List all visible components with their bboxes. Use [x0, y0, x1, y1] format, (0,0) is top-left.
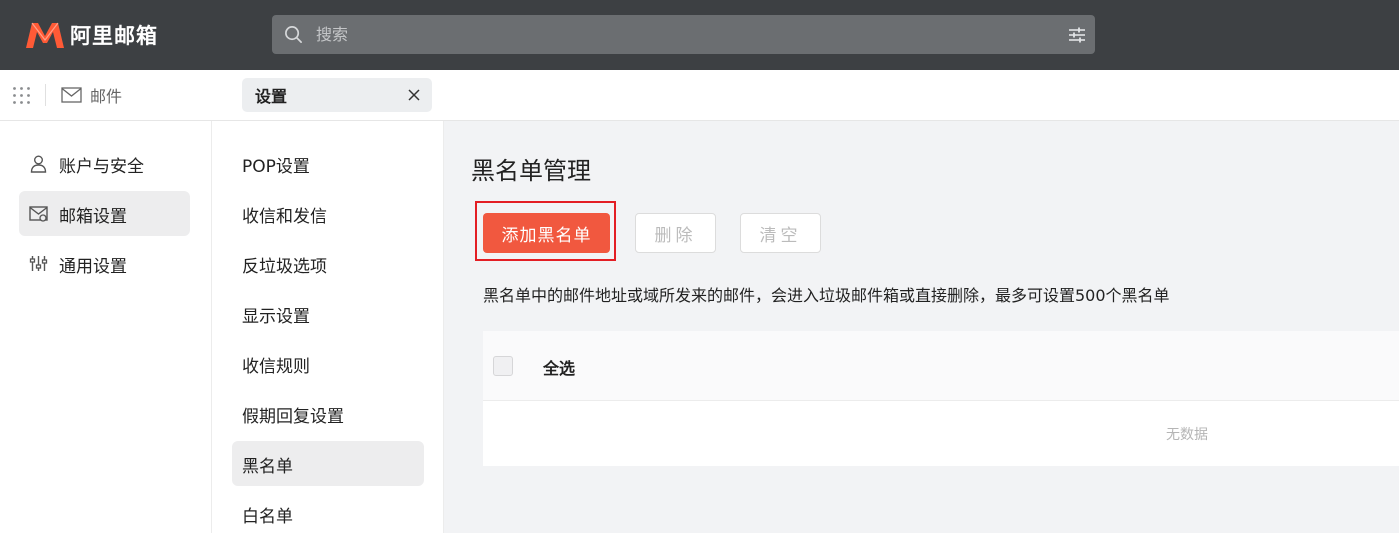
search-bar[interactable]	[272, 15, 1095, 54]
user-icon	[30, 155, 47, 173]
sidebar-item-mailbox-settings[interactable]: 邮箱设置	[19, 191, 190, 236]
clear-button[interactable]: 清空	[740, 213, 821, 253]
submenu-item-anti-spam[interactable]: 反垃圾选项	[232, 241, 424, 286]
apps-grid-icon[interactable]	[12, 86, 31, 105]
submenu-item-label: 白名单	[242, 507, 293, 527]
submenu-item-display[interactable]: 显示设置	[232, 291, 424, 336]
divider	[45, 84, 46, 106]
submenu-item-vacation-reply[interactable]: 假期回复设置	[232, 391, 424, 436]
logo-text: 阿里邮箱	[70, 24, 158, 48]
submenu-item-whitelist[interactable]: 白名单	[232, 491, 424, 533]
mailbox-settings-submenu: POP设置 收信和发信 反垃圾选项 显示设置 收信规则 假期回复设置 黑名单 白…	[212, 121, 444, 533]
delete-button[interactable]: 删除	[635, 213, 716, 253]
submenu-item-label: 假期回复设置	[242, 407, 344, 427]
settings-sidebar: 账户与安全 邮箱设置 通用设置	[0, 121, 212, 533]
submenu-item-label: 反垃圾选项	[242, 257, 327, 277]
table-header: 全选	[483, 331, 1399, 401]
select-all-checkbox[interactable]	[493, 356, 513, 376]
sliders-icon	[29, 256, 48, 271]
submenu-item-pop[interactable]: POP设置	[232, 141, 424, 186]
tab-settings-label: 设置	[255, 87, 288, 106]
search-icon	[285, 26, 302, 43]
sidebar-item-label: 账户与安全	[59, 157, 144, 177]
submenu-item-label: 显示设置	[242, 307, 310, 327]
main-content: 黑名单管理 添加黑名单 删除 清空 黑名单中的邮件地址或域所发来的邮件，会进入垃…	[444, 121, 1399, 533]
envelope-icon	[61, 87, 82, 103]
submenu-item-label: POP设置	[242, 157, 310, 177]
filter-settings-icon[interactable]	[1067, 25, 1087, 45]
close-icon[interactable]	[406, 87, 422, 103]
mail-nav-link[interactable]: 邮件	[61, 83, 122, 107]
blacklist-info-text: 黑名单中的邮件地址或域所发来的邮件，会进入垃圾邮件箱或直接删除，最多可设置500…	[483, 286, 1170, 305]
page-title: 黑名单管理	[471, 157, 591, 185]
sidebar-item-account-security[interactable]: 账户与安全	[19, 141, 190, 186]
select-all-label: 全选	[543, 359, 576, 378]
search-input[interactable]	[316, 15, 1036, 54]
mailbox-settings-icon	[29, 206, 48, 222]
tab-bar: 邮件 设置	[0, 70, 1399, 121]
submenu-item-label: 收信和发信	[242, 207, 327, 227]
add-blacklist-button[interactable]: 添加黑名单	[483, 213, 610, 253]
sidebar-item-general-settings[interactable]: 通用设置	[19, 241, 190, 286]
submenu-item-receive-rules[interactable]: 收信规则	[232, 341, 424, 386]
submenu-item-label: 收信规则	[242, 357, 310, 377]
blacklist-table: 全选 无数据	[483, 331, 1399, 466]
submenu-item-label: 黑名单	[242, 457, 293, 477]
empty-state-text: 无数据	[1166, 427, 1208, 443]
submenu-item-send-receive[interactable]: 收信和发信	[232, 191, 424, 236]
aliyun-mail-logo-icon	[26, 22, 64, 48]
submenu-item-blacklist[interactable]: 黑名单	[232, 441, 424, 486]
sidebar-item-label: 邮箱设置	[59, 207, 127, 227]
tab-settings[interactable]: 设置	[242, 78, 432, 112]
top-header: 阿里邮箱	[0, 0, 1399, 70]
mail-nav-label: 邮件	[90, 87, 123, 106]
sidebar-item-label: 通用设置	[59, 257, 127, 277]
logo[interactable]: 阿里邮箱	[24, 18, 158, 52]
